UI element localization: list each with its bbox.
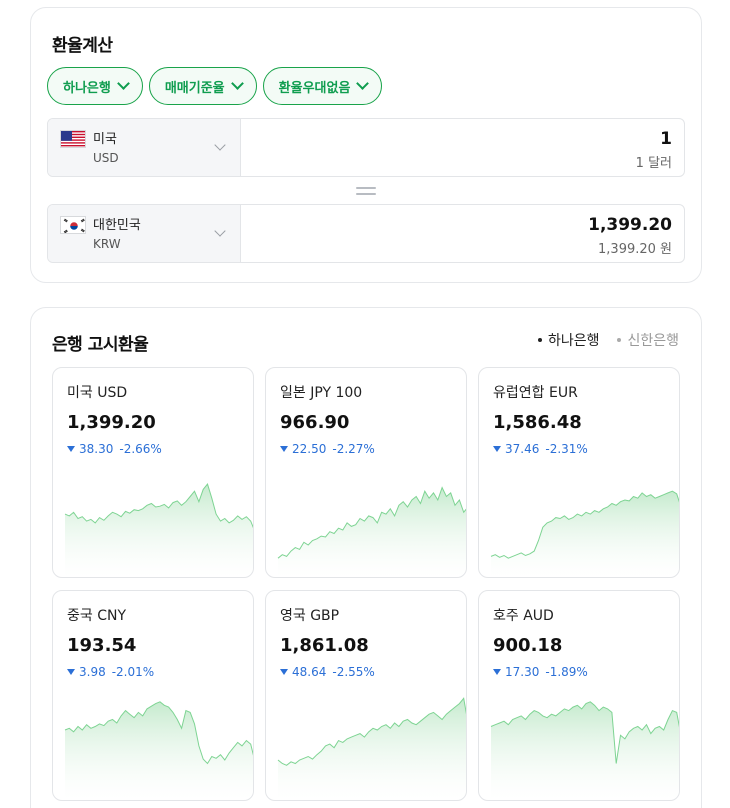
- rate-tile-value: 1,399.20: [67, 412, 156, 433]
- down-triangle-icon: [280, 669, 288, 675]
- rate-tile-aud[interactable]: 호주 AUD 900.18 17.30 -1.89%: [478, 590, 680, 801]
- rate-tile-value: 1,586.48: [493, 412, 582, 433]
- bank-tab-label: 하나은행: [547, 333, 600, 349]
- bank-tabs: 하나은행 신한은행: [537, 330, 679, 350]
- rate-tile-name: 일본 JPY 100: [280, 385, 363, 401]
- bank-tab-hana[interactable]: 하나은행: [537, 330, 600, 350]
- rate-tile-value: 193.54: [67, 635, 137, 656]
- rate-tile-change: 48.64 -2.55%: [280, 665, 375, 679]
- kr-flag-icon: [60, 216, 86, 234]
- to-currency-select[interactable]: 대한민국 KRW: [48, 205, 241, 262]
- rate-change-amount: 37.46: [505, 442, 540, 456]
- from-amount-input[interactable]: 1 1 달러: [241, 119, 684, 176]
- chevron-down-icon: [230, 77, 244, 90]
- rate-type-select-label: 매매기준율: [164, 80, 225, 96]
- rate-change-percent: -2.66%: [119, 442, 162, 456]
- chevron-down-icon: [116, 77, 130, 90]
- exchange-calculator-card: 환율계산 하나은행 매매기준율 환율우대없음 미국 USD 1 1 달러 대한민…: [30, 7, 702, 283]
- chevron-down-icon: [214, 225, 226, 237]
- trend-area: [65, 701, 253, 800]
- trend-area: [65, 484, 253, 577]
- rate-tile-cny[interactable]: 중국 CNY 193.54 3.98 -2.01%: [52, 590, 254, 801]
- to-amount-text: 1,399.20 원: [598, 242, 672, 257]
- to-currency-name: 대한민국: [93, 218, 141, 233]
- rate-change-percent: -1.89%: [545, 665, 588, 679]
- to-amount-value: 1,399.20: [588, 215, 672, 235]
- down-triangle-icon: [67, 446, 75, 452]
- rate-tile-value: 966.90: [280, 412, 350, 433]
- rate-tile-jpy[interactable]: 일본 JPY 100 966.90 22.50 -2.27%: [265, 367, 467, 578]
- rate-change-percent: -2.27%: [332, 442, 375, 456]
- down-triangle-icon: [493, 446, 501, 452]
- down-triangle-icon: [67, 669, 75, 675]
- rate-change-percent: -2.31%: [545, 442, 588, 456]
- equals-icon: [356, 187, 376, 195]
- rate-tile-gbp[interactable]: 영국 GBP 1,861.08 48.64 -2.55%: [265, 590, 467, 801]
- rate-type-select-chip[interactable]: 매매기준율: [148, 67, 257, 105]
- from-currency-name: 미국: [93, 132, 117, 147]
- bank-select-chip[interactable]: 하나은행: [47, 67, 143, 105]
- discount-select-label: 환율우대없음: [278, 80, 351, 96]
- rate-tile-name: 영국 GBP: [280, 608, 340, 624]
- rate-trend-chart: [64, 483, 253, 577]
- rate-trend-chart: [64, 701, 253, 800]
- bank-tab-shinhan[interactable]: 신한은행: [617, 330, 679, 350]
- rate-tile-value: 900.18: [493, 635, 563, 656]
- from-currency-select[interactable]: 미국 USD: [48, 119, 241, 176]
- rate-trend-chart: [490, 490, 679, 577]
- rate-change-percent: -2.01%: [111, 665, 155, 679]
- rate-change-amount: 17.30: [505, 665, 540, 679]
- from-currency-row: 미국 USD 1 1 달러: [47, 118, 685, 177]
- rate-trend-chart: [277, 486, 466, 577]
- from-amount-value: 1: [660, 129, 672, 149]
- bank-rates-title: 은행 고시환율: [52, 335, 149, 355]
- rate-trend-chart: [490, 701, 679, 800]
- rate-tile-change: 22.50 -2.27%: [280, 442, 375, 456]
- rate-trend-chart: [277, 697, 466, 800]
- rate-tile-change: 38.30 -2.66%: [67, 442, 162, 456]
- bank-tab-label: 신한은행: [627, 333, 679, 349]
- to-currency-row: 대한민국 KRW 1,399.20 1,399.20 원: [47, 204, 685, 263]
- rate-tile-name: 중국 CNY: [67, 608, 127, 624]
- chevron-down-icon: [356, 77, 370, 90]
- rate-tile-name: 유럽연합 EUR: [493, 385, 578, 401]
- bullet-icon: [537, 338, 542, 342]
- rate-tile-usd[interactable]: 미국 USD 1,399.20 38.30 -2.66%: [52, 367, 254, 578]
- bank-select-label: 하나은행: [63, 80, 111, 96]
- rate-change-amount: 3.98: [79, 665, 106, 679]
- rate-tile-change: 3.98 -2.01%: [67, 665, 154, 679]
- rate-tile-value: 1,861.08: [280, 635, 369, 656]
- rate-change-amount: 22.50: [292, 442, 327, 456]
- trend-area: [278, 487, 466, 577]
- calculator-options: 하나은행 매매기준율 환율우대없음: [47, 67, 383, 105]
- discount-select-chip[interactable]: 환율우대없음: [262, 67, 383, 105]
- rate-tile-change: 37.46 -2.31%: [493, 442, 588, 456]
- chevron-down-icon: [214, 139, 226, 151]
- rate-tile-name: 호주 AUD: [493, 608, 554, 624]
- down-triangle-icon: [493, 669, 501, 675]
- rate-change-amount: 48.64: [292, 665, 327, 679]
- bank-rates-card: 은행 고시환율 하나은행 신한은행 미국 USD 1,399.20 38.30-…: [30, 307, 702, 808]
- calculator-title: 환율계산: [52, 36, 113, 56]
- trend-area: [491, 491, 679, 577]
- trend-area: [278, 698, 466, 800]
- bullet-icon: [617, 338, 622, 342]
- to-amount-input[interactable]: 1,399.20 1,399.20 원: [241, 205, 684, 262]
- us-flag-icon: [60, 130, 86, 148]
- down-triangle-icon: [280, 446, 288, 452]
- rate-tile-name: 미국 USD: [67, 385, 128, 401]
- rate-tile-change: 17.30 -1.89%: [493, 665, 588, 679]
- rate-tile-eur[interactable]: 유럽연합 EUR 1,586.48 37.46 -2.31%: [478, 367, 680, 578]
- from-currency-code: USD: [93, 151, 119, 165]
- rate-change-amount: 38.30: [79, 442, 114, 456]
- to-currency-code: KRW: [93, 237, 121, 251]
- from-amount-text: 1 달러: [635, 156, 672, 171]
- rate-change-percent: -2.55%: [332, 665, 375, 679]
